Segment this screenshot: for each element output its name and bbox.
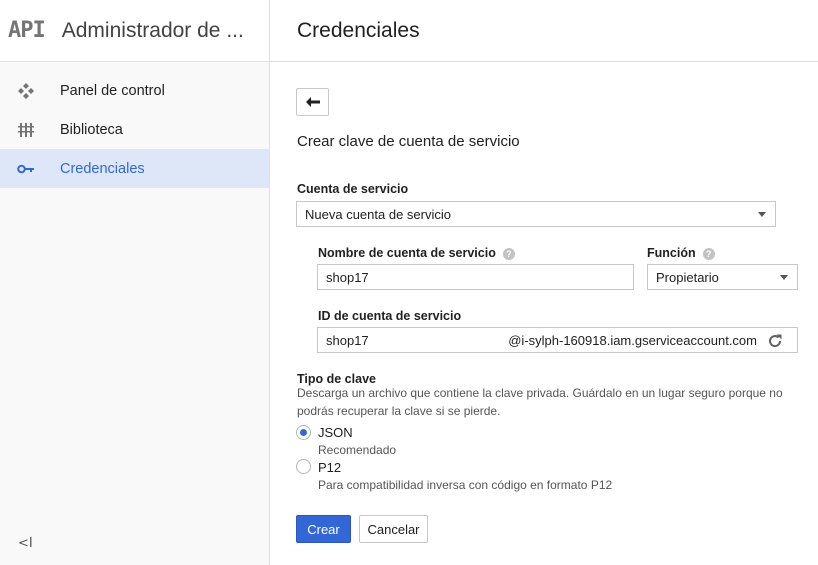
service-account-label: Cuenta de servicio xyxy=(297,182,409,196)
service-account-id-input[interactable]: shop17 @i-sylph-160918.iam.gserviceaccou… xyxy=(317,327,798,353)
service-account-name-value: shop17 xyxy=(326,269,369,285)
service-account-value: Nueva cuenta de servicio xyxy=(305,206,451,222)
main-header: Credenciales xyxy=(270,0,818,62)
sidebar: API Administrador de ... Panel de contro… xyxy=(0,0,270,565)
page-title: Credenciales xyxy=(297,18,420,42)
p12-radio[interactable] xyxy=(296,459,311,474)
service-account-id-value: shop17 xyxy=(326,332,369,348)
cancel-button[interactable]: Cancelar xyxy=(359,515,428,543)
sidebar-item-biblioteca[interactable]: Biblioteca xyxy=(0,110,269,149)
library-icon xyxy=(0,122,60,138)
role-value: Propietario xyxy=(656,269,719,285)
api-logo: API xyxy=(8,18,46,43)
sidebar-item-label: Credenciales xyxy=(60,160,145,177)
app-title[interactable]: Administrador de ... xyxy=(62,19,244,43)
section-title: Crear clave de cuenta de servicio xyxy=(297,133,520,150)
key-type-description: Descarga un archivo que contiene la clav… xyxy=(297,386,783,418)
sidebar-item-label: Panel de control xyxy=(60,82,165,99)
sidebar-header: API Administrador de ... xyxy=(0,0,269,62)
role-select[interactable]: Propietario xyxy=(647,264,798,290)
sidebar-item-credenciales[interactable]: Credenciales xyxy=(0,149,269,188)
p12-radio-hint: Para compatibilidad inversa con código e… xyxy=(318,478,613,492)
role-label: Función? xyxy=(647,246,715,260)
service-account-name-label: Nombre de cuenta de servicio? xyxy=(318,246,515,260)
back-button[interactable] xyxy=(296,88,329,116)
chevron-down-icon xyxy=(758,212,766,217)
sidebar-item-panel-de-control[interactable]: Panel de control xyxy=(0,71,269,110)
arrow-back-icon xyxy=(305,97,320,107)
main-content: Credenciales Crear clave de cuenta de se… xyxy=(270,0,818,565)
service-account-name-label-text: Nombre de cuenta de servicio xyxy=(318,246,496,260)
json-radio-label[interactable]: JSON xyxy=(318,425,353,440)
key-icon xyxy=(0,163,60,175)
p12-radio-label[interactable]: P12 xyxy=(318,460,341,475)
json-radio[interactable] xyxy=(296,425,311,440)
service-account-id-label: ID de cuenta de servicio xyxy=(318,309,462,323)
help-icon[interactable]: ? xyxy=(502,247,515,260)
sidebar-item-label: Biblioteca xyxy=(60,121,123,138)
refresh-icon[interactable] xyxy=(767,333,783,352)
service-account-select[interactable]: Nueva cuenta de servicio xyxy=(296,201,776,227)
role-label-text: Función xyxy=(647,246,696,260)
chevron-down-icon xyxy=(780,275,788,280)
service-account-domain: @i-sylph-160918.iam.gserviceaccount.com xyxy=(508,332,757,348)
collapse-sidebar-icon[interactable]: <I xyxy=(18,536,33,551)
service-account-name-input[interactable]: shop17 xyxy=(317,264,634,290)
create-button[interactable]: Crear xyxy=(296,515,351,543)
sidebar-nav: Panel de control Biblioteca Credenciales xyxy=(0,71,269,188)
help-icon[interactable]: ? xyxy=(702,247,715,260)
dashboard-icon xyxy=(0,82,60,100)
key-type-label: Tipo de clave xyxy=(297,372,376,386)
json-radio-hint: Recomendado xyxy=(318,443,397,457)
